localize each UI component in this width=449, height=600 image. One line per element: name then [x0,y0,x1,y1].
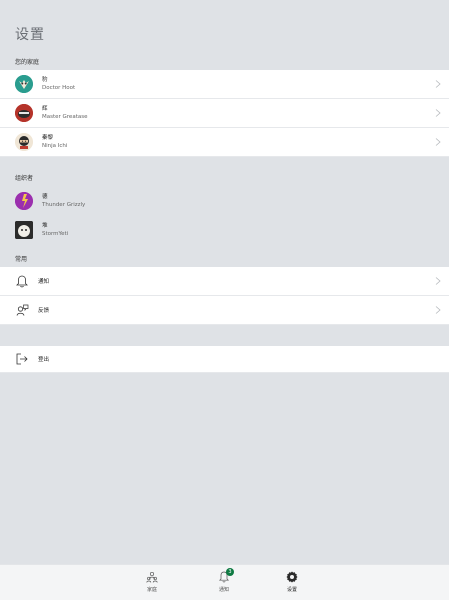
common-list: 通知 反馈 [0,267,449,325]
gear-icon [286,571,298,583]
chevron-right-icon [435,80,441,88]
family-member-row[interactable]: 秦黎 Ninja Ichi [0,128,449,157]
feedback-icon [15,303,29,317]
avatar [15,133,33,151]
family-member-row[interactable]: 辉 Master Greatase [0,99,449,128]
avatar [15,104,33,122]
tab-notifications[interactable]: 3 通知 [204,568,244,593]
chevron-right-icon [435,109,441,117]
tab-settings[interactable]: 设置 [272,571,312,593]
common-section-header: 常用 [15,256,28,263]
tab-settings-label: 设置 [286,587,297,593]
organizer-row: 堆 StormYeti [0,215,449,244]
avatar [15,75,33,93]
member-name: 辉 [42,106,48,112]
organizer-alias: StormYeti [42,230,69,237]
member-alias: Doctor Hoot [42,85,76,91]
family-icon [146,571,158,583]
avatar [15,191,33,210]
organizer-row: 德 Thunder Grizzly [0,186,449,215]
organizers-section-header: 组织者 [15,175,34,182]
family-list: 豹 Doctor Hoot 辉 Master Greatase 秦黎 Ninja… [0,70,449,157]
organizers-list: 德 Thunder Grizzly 堆 StormYeti [0,186,449,244]
bell-icon [15,274,29,288]
member-name: 豹 [42,77,48,83]
chevron-right-icon [435,306,441,314]
notifications-label: 通知 [38,279,50,285]
notifications-menu-item[interactable]: 通知 [0,267,449,296]
avatar [15,220,33,239]
bottom-tab-bar: 家庭 3 通知 设置 [0,564,449,600]
tab-notifications-label: 通知 [218,587,229,593]
tab-family-label: 家庭 [146,587,157,593]
signout-label: 登出 [38,357,50,363]
organizer-name: 堆 [42,222,48,229]
member-name: 秦黎 [42,135,54,141]
tab-family[interactable]: 家庭 [132,571,172,593]
organizer-alias: Thunder Grizzly [42,201,86,208]
feedback-menu-item[interactable]: 反馈 [0,296,449,325]
notification-count-badge: 3 [226,568,234,576]
organizer-name: 德 [42,193,48,200]
family-section-header: 您的家庭 [15,59,40,66]
signout-menu-item[interactable]: 登出 [0,346,449,373]
chevron-right-icon [435,138,441,146]
feedback-label: 反馈 [38,308,50,314]
sign-out-icon [15,352,29,366]
member-alias: Ninja Ichi [42,143,68,149]
signout-list: 登出 [0,346,449,373]
page-title: 设置 [15,27,45,43]
chevron-right-icon [435,277,441,285]
family-member-row[interactable]: 豹 Doctor Hoot [0,70,449,99]
member-alias: Master Greatase [42,114,88,120]
